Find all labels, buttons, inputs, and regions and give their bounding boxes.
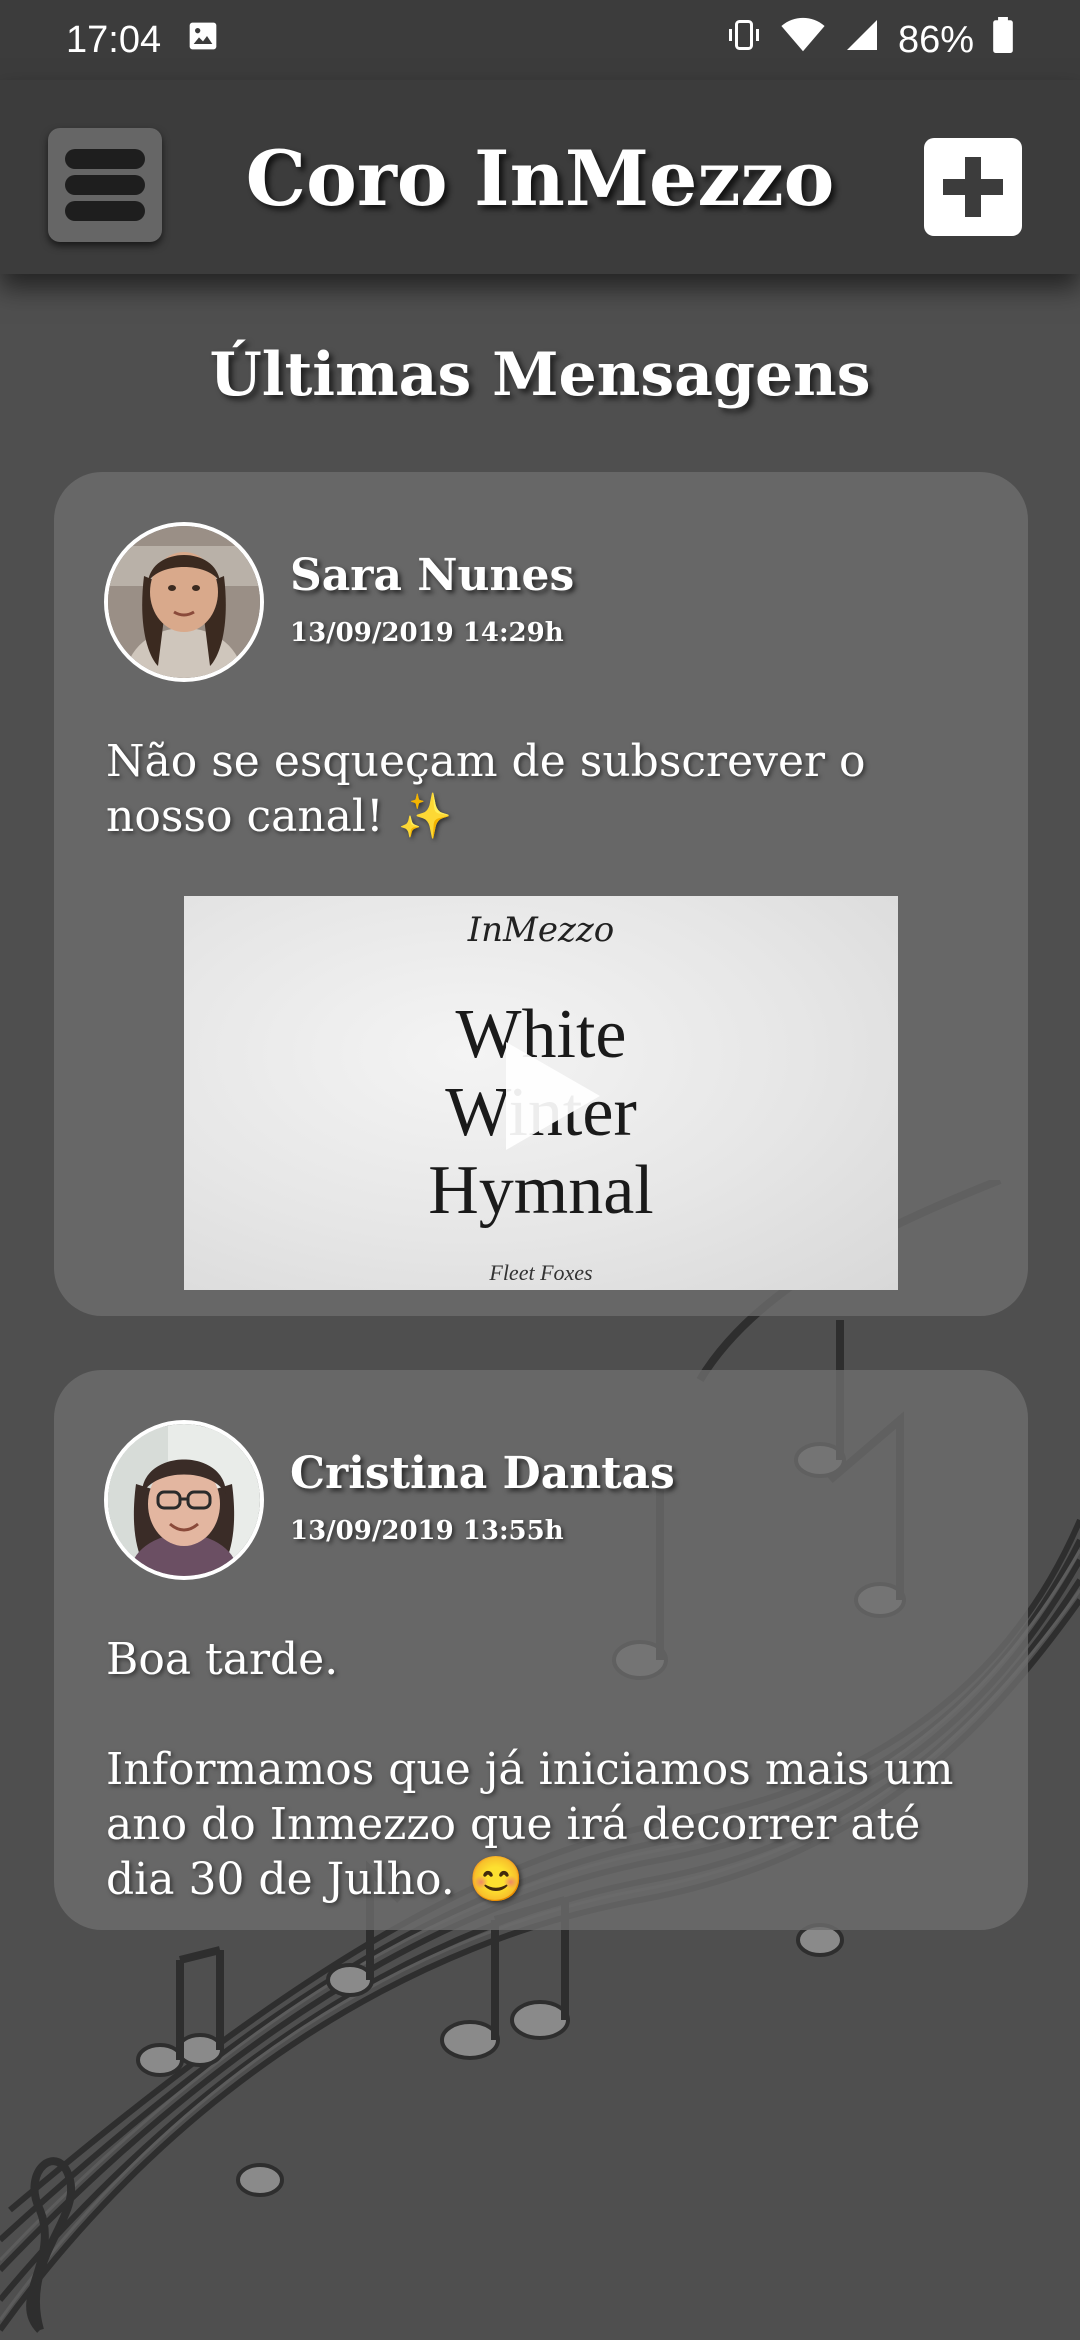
video-brand: InMezzo — [467, 910, 615, 950]
video-artist: Fleet Foxes — [489, 1260, 593, 1285]
message-card: Sara Nunes 13/09/2019 14:29h Não se esqu… — [54, 472, 1028, 1316]
play-icon[interactable] — [496, 1036, 606, 1156]
message-timestamp: 13/09/2019 14:29h — [290, 618, 564, 648]
app-title: Coro InMezzo — [245, 134, 835, 223]
battery-percentage: 86% — [897, 18, 974, 61]
image-icon — [187, 19, 219, 62]
app-bar: Coro InMezzo — [0, 80, 1080, 274]
add-message-button[interactable] — [924, 138, 1022, 236]
page-heading: Últimas Mensagens — [209, 340, 871, 410]
plus-icon — [943, 157, 1003, 217]
author-name: Sara Nunes — [290, 550, 575, 601]
avatar[interactable] — [104, 522, 264, 682]
message-text: Boa tarde. Informamos que já iniciamos m… — [106, 1634, 954, 1905]
status-left: 17:04 — [66, 19, 219, 62]
status-bar: 17:04 86% — [0, 0, 1080, 80]
avatar[interactable] — [104, 1420, 264, 1580]
message-timestamp: 13/09/2019 13:55h — [290, 1516, 564, 1546]
author-name: Cristina Dantas — [290, 1448, 675, 1499]
message-card: Cristina Dantas 13/09/2019 13:55h Boa ta… — [54, 1370, 1028, 1930]
video-thumbnail[interactable]: InMezzo White Winter Hymnal Fleet Foxes — [184, 896, 898, 1290]
message-text: Não se esqueçam de subscrever o nosso ca… — [106, 736, 866, 842]
status-time: 17:04 — [66, 18, 162, 61]
battery-icon — [992, 17, 1014, 63]
wifi-icon — [780, 17, 826, 63]
status-right: 86% — [726, 17, 1014, 63]
vibrate-icon — [726, 17, 762, 63]
signal-icon — [844, 17, 880, 63]
